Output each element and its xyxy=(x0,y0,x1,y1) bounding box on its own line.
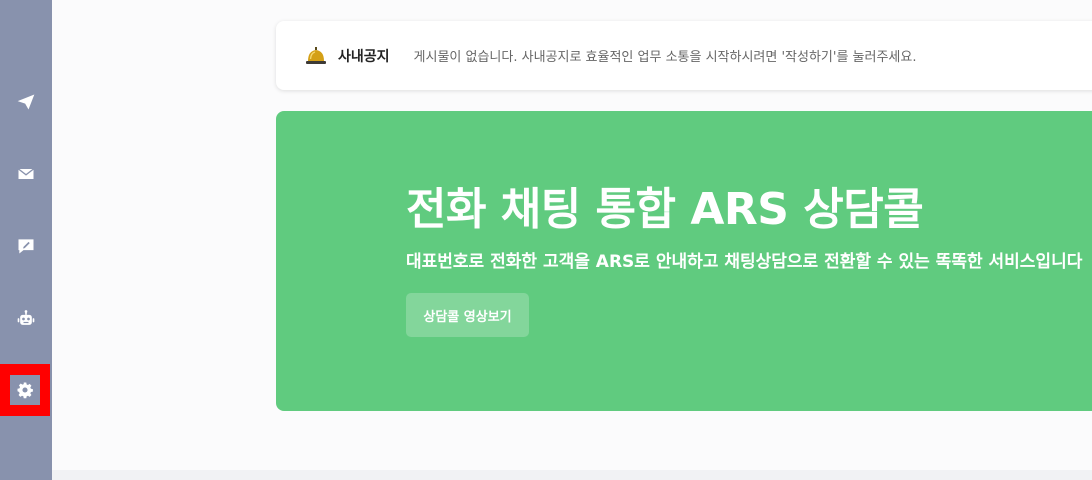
sidebar-item-bot[interactable] xyxy=(0,293,52,345)
sidebar-item-settings[interactable] xyxy=(0,364,50,416)
promo-banner: 전화 채팅 통합 ARS 상담콜 대표번호로 전화한 고객을 ARS로 안내하고… xyxy=(276,111,1092,411)
banner-title: 전화 채팅 통합 ARS 상담콜 xyxy=(406,184,924,235)
chat-edit-icon xyxy=(18,239,34,254)
sidebar-item-send[interactable] xyxy=(0,76,52,128)
sidebar-item-chat[interactable] xyxy=(0,220,52,272)
notice-message: 게시물이 없습니다. 사내공지로 효율적인 업무 소통을 시작하시려면 '작성하… xyxy=(413,50,917,65)
notice-title: 사내공지 xyxy=(338,48,390,65)
banner-subtitle: 대표번호로 전화한 고객을 ARS로 안내하고 채팅상담으로 전환할 수 있는 … xyxy=(406,252,1083,272)
gear-icon xyxy=(17,382,33,399)
watch-video-button[interactable]: 상담콜 영상보기 xyxy=(406,293,529,337)
bell-icon xyxy=(306,46,326,64)
sidebar-item-mail[interactable] xyxy=(0,148,52,200)
notice-bar: 사내공지 게시물이 없습니다. 사내공지로 효율적인 업무 소통을 시작하시려면… xyxy=(276,21,1092,90)
bottom-strip xyxy=(52,470,1092,480)
settings-icon-wrap xyxy=(10,375,40,405)
robot-icon xyxy=(17,310,35,325)
paper-plane-icon xyxy=(17,94,35,110)
sidebar xyxy=(0,0,52,480)
envelope-icon xyxy=(18,168,34,179)
